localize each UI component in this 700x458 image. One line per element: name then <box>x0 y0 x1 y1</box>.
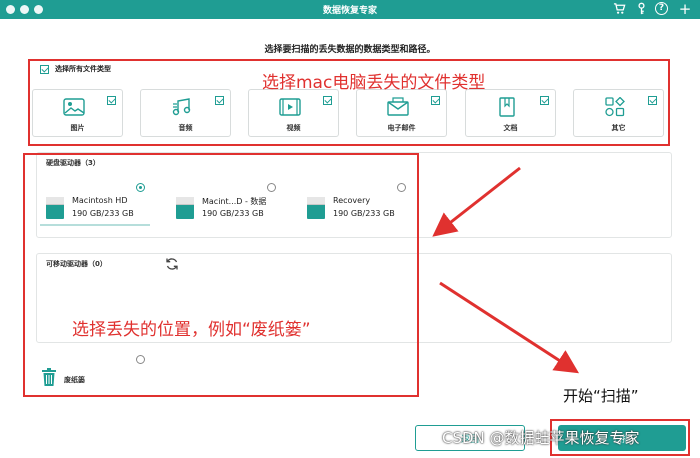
arrow-to-drives <box>432 166 521 237</box>
arrow-to-scan <box>439 281 580 374</box>
annotation-arrows <box>432 166 580 374</box>
watermark: CSDN @数据蛙苹果恢复专家 <box>442 429 640 447</box>
